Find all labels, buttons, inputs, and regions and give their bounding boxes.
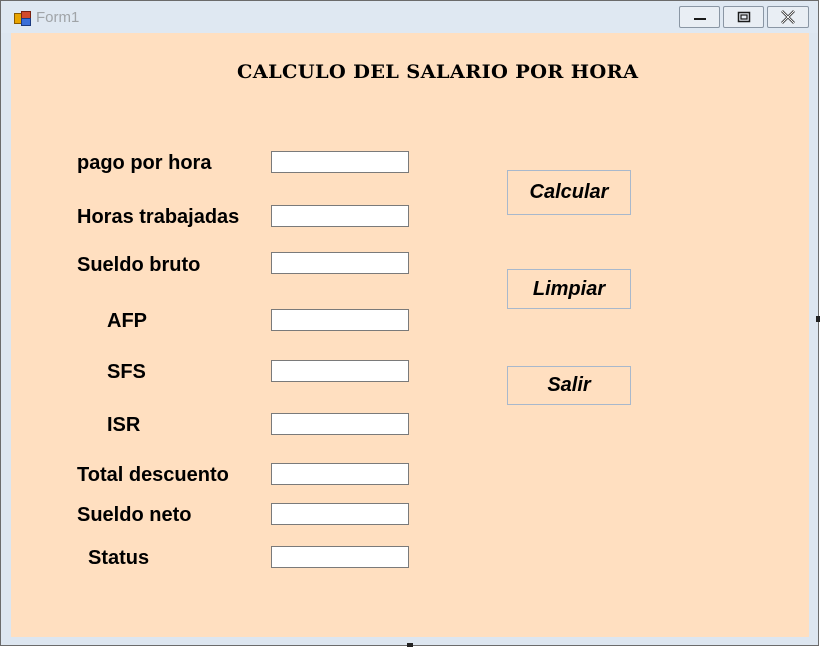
- label-pago-por-hora: pago por hora: [77, 152, 212, 174]
- status-input[interactable]: [271, 546, 409, 568]
- resize-handle-bottom[interactable]: [407, 643, 413, 647]
- title-bar[interactable]: Form1: [1, 1, 818, 33]
- label-sfs: SFS: [107, 361, 146, 383]
- label-sueldo-bruto: Sueldo bruto: [77, 254, 201, 276]
- form-client-area: CALCULO DEL SALARIO POR HORA pago por ho…: [11, 33, 809, 637]
- afp-input[interactable]: [271, 309, 409, 331]
- maximize-icon: [737, 11, 750, 23]
- minimize-button[interactable]: [679, 6, 720, 28]
- label-horas-trabajadas: Horas trabajadas: [77, 206, 240, 228]
- form-heading: CALCULO DEL SALARIO POR HORA: [237, 61, 639, 83]
- label-sueldo-neto: Sueldo neto: [77, 504, 192, 526]
- window-title: Form1: [36, 9, 80, 26]
- label-total-descuento: Total descuento: [77, 464, 229, 486]
- close-icon: [781, 10, 795, 24]
- limpiar-button[interactable]: Limpiar: [507, 269, 631, 309]
- label-afp: AFP: [107, 310, 147, 332]
- total-descuento-input[interactable]: [271, 463, 409, 485]
- salir-button[interactable]: Salir: [507, 366, 631, 405]
- isr-input[interactable]: [271, 413, 409, 435]
- label-isr: ISR: [107, 414, 141, 436]
- close-button[interactable]: [767, 6, 809, 28]
- form-icon: [14, 11, 31, 26]
- horas-trabajadas-input[interactable]: [271, 205, 409, 227]
- calcular-button[interactable]: Calcular: [507, 170, 631, 215]
- sfs-input[interactable]: [271, 360, 409, 382]
- maximize-button[interactable]: [723, 6, 764, 28]
- resize-handle-right[interactable]: [816, 316, 820, 322]
- app-window: Form1 CALCULO DEL SALARIO POR HORA pago …: [0, 0, 819, 646]
- minimize-icon: [693, 18, 706, 20]
- sueldo-neto-input[interactable]: [271, 503, 409, 525]
- sueldo-bruto-input[interactable]: [271, 252, 409, 274]
- pago-por-hora-input[interactable]: [271, 151, 409, 173]
- label-status: Status: [88, 547, 150, 569]
